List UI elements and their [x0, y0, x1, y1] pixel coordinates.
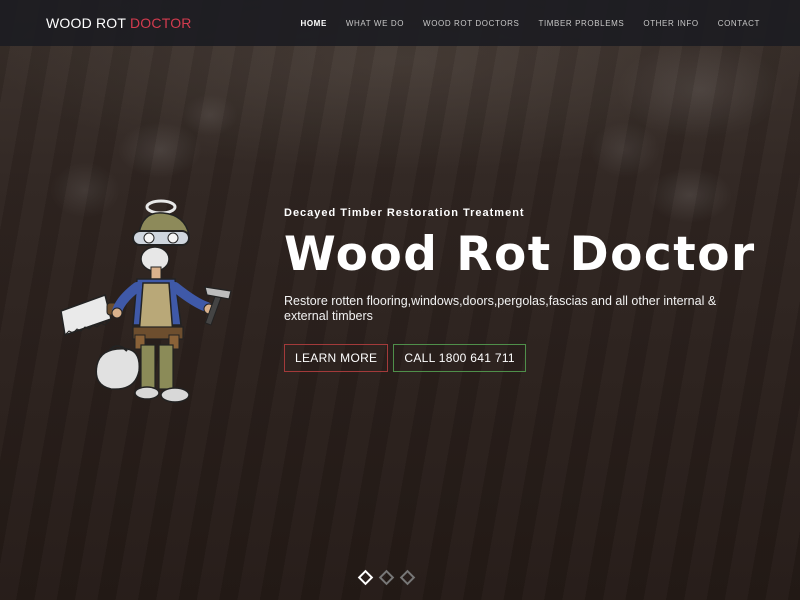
nav-item-timber-problems[interactable]: TIMBER PROBLEMS — [538, 19, 624, 28]
hero-content: Decayed Timber Restoration Treatment Woo… — [284, 207, 764, 372]
carousel-dot-3[interactable] — [399, 569, 416, 586]
brand-logo[interactable]: WOOD ROT DOCTOR — [46, 15, 192, 31]
nav-item-other-info[interactable]: OTHER INFO — [643, 19, 698, 28]
carousel-dot-1[interactable] — [357, 569, 374, 586]
carousel-indicators — [357, 569, 416, 586]
call-button[interactable]: CALL 1800 641 711 — [393, 344, 526, 372]
carousel-dot-2[interactable] — [378, 569, 395, 586]
cta-row: LEARN MORE CALL 1800 641 711 — [284, 344, 764, 372]
nav-item-wood-rot-doctors[interactable]: WOOD ROT DOCTORS — [423, 19, 519, 28]
nav-menu: HOME WHAT WE DO WOOD ROT DOCTORS TIMBER … — [300, 19, 760, 28]
hero-description: Restore rotten flooring,windows,doors,pe… — [284, 294, 717, 323]
navbar: WOOD ROT DOCTOR HOME WHAT WE DO WOOD ROT… — [0, 0, 800, 46]
nav-item-contact[interactable]: CONTACT — [718, 19, 760, 28]
brand-primary: WOOD ROT — [46, 15, 130, 31]
nav-item-what-we-do[interactable]: WHAT WE DO — [346, 19, 404, 28]
learn-more-button[interactable]: LEARN MORE — [284, 344, 389, 372]
hero-eyebrow: Decayed Timber Restoration Treatment — [284, 207, 525, 219]
nav-item-home[interactable]: HOME — [300, 19, 326, 28]
hero-headline: Wood Rot Doctor — [284, 227, 756, 282]
carpenter-mascot-icon — [60, 199, 232, 403]
brand-accent: DOCTOR — [129, 15, 192, 31]
